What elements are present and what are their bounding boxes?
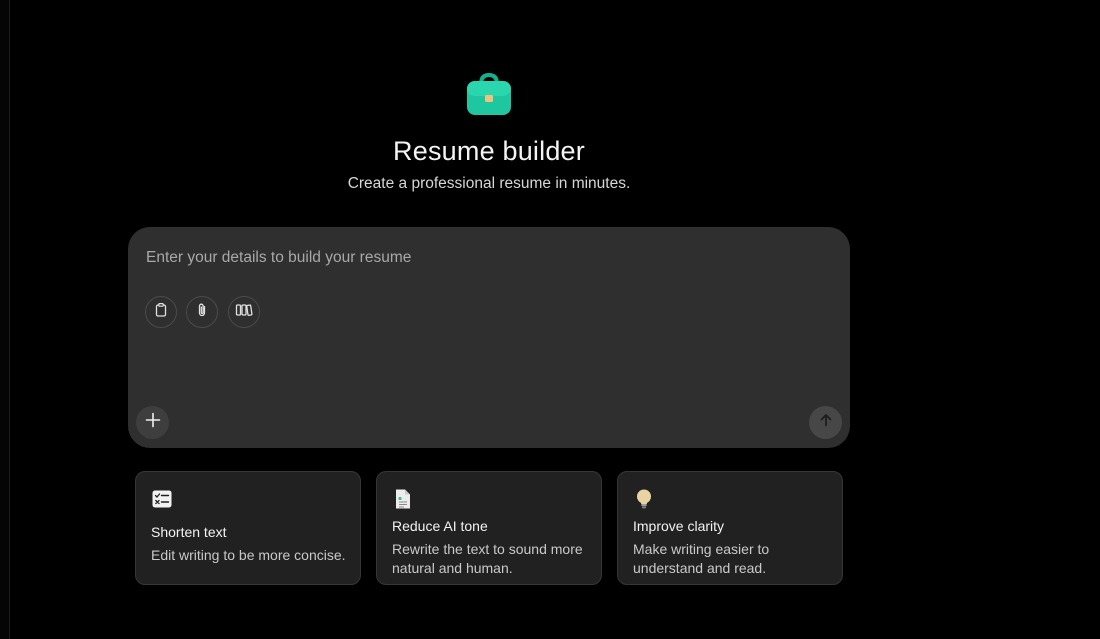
plus-icon [145, 412, 161, 433]
document-icon [392, 488, 414, 510]
composer [128, 227, 850, 448]
suggestion-card-shorten-text[interactable]: Shorten text Edit writing to be more con… [135, 471, 361, 585]
lightbulb-icon [633, 488, 655, 510]
add-button[interactable] [136, 406, 169, 439]
suggestion-card-improve-clarity[interactable]: Improve clarity Make writing easier to u… [617, 471, 843, 585]
checklist-icon [151, 488, 173, 510]
suggestion-card-reduce-ai-tone[interactable]: Reduce AI tone Rewrite the text to sound… [376, 471, 602, 585]
send-button[interactable] [809, 406, 842, 439]
library-icon [235, 302, 253, 323]
clipboard-button[interactable] [145, 296, 177, 328]
details-input[interactable] [146, 249, 806, 267]
page-subtitle: Create a professional resume in minutes. [347, 175, 631, 192]
card-description: Edit writing to be more concise. [151, 547, 346, 563]
library-button[interactable] [228, 296, 260, 328]
paperclip-icon [194, 302, 210, 323]
card-title: Reduce AI tone [392, 518, 488, 534]
card-description: Rewrite the text to sound more natural a… [392, 541, 583, 576]
briefcase-icon [466, 72, 512, 118]
attach-button[interactable] [186, 296, 218, 328]
arrow-up-icon [819, 413, 833, 432]
page-title: Resume builder [393, 136, 585, 166]
clipboard-icon [153, 302, 169, 323]
card-title: Shorten text [151, 524, 227, 540]
card-description: Make writing easier to understand and re… [633, 541, 770, 576]
left-sidebar-edge [0, 0, 10, 639]
card-title: Improve clarity [633, 518, 725, 534]
